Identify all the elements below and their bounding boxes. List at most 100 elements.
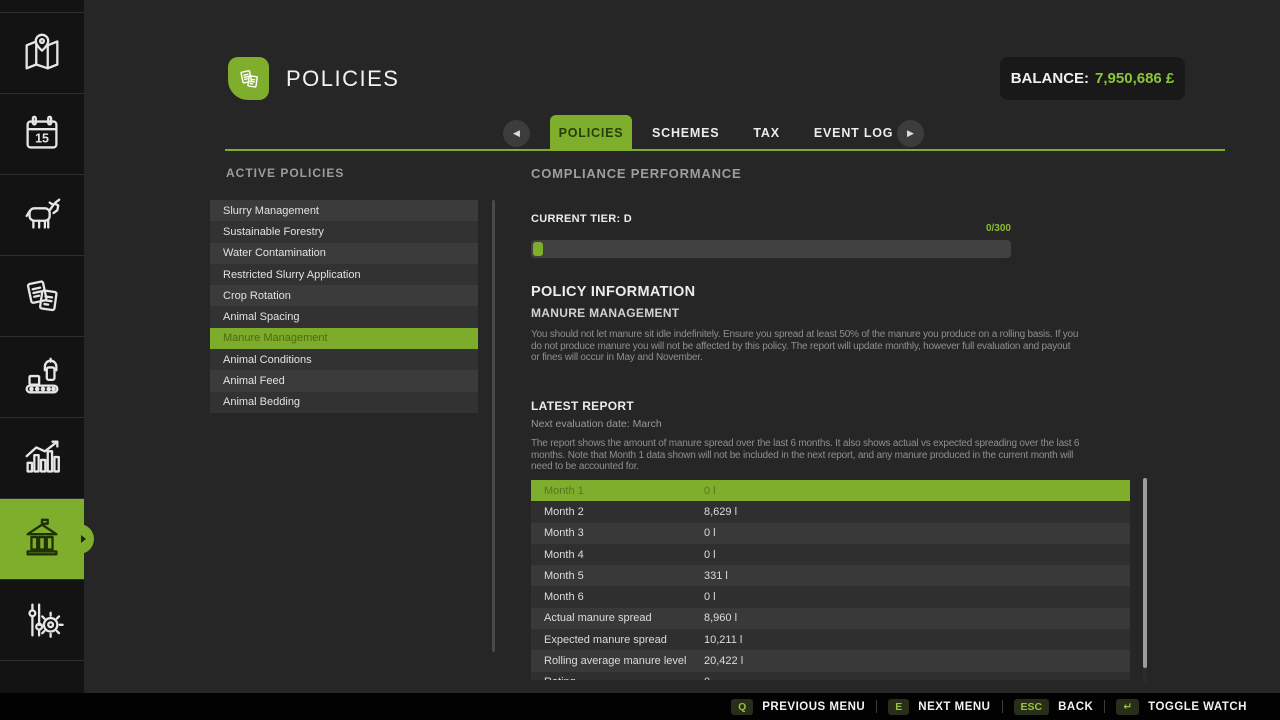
left-arrow-icon[interactable]: ◀ [503,120,530,147]
compliance-score: 0/300 [531,223,1011,234]
key-hint-label: BACK [1058,701,1093,713]
sidebar-item-animals[interactable] [0,175,84,256]
active-policies-list: Slurry ManagementSustainable ForestryWat… [210,200,478,413]
report-row: Actual manure spread8,960 l [531,608,1130,629]
contracts-icon [19,273,65,319]
key-hint-label: NEXT MENU [918,701,990,713]
report-row: Month 28,629 l [531,501,1130,522]
report-row-value: 0 l [704,591,716,603]
key-hints-bar: Q PREVIOUS MENU E NEXT MENU ESC BACK ↵ TOGGLE W… [731,693,1247,720]
svg-text:15: 15 [35,132,49,146]
report-row-value: 0 l [704,527,716,539]
production-icon [19,354,65,400]
tab-policies[interactable]: POLICIES [550,115,632,151]
sidebar: 15 [0,0,84,693]
compliance-heading: COMPLIANCE PERFORMANCE [531,166,741,181]
report-scrollbar-thumb[interactable] [1143,478,1147,668]
report-row-value: 0 l [704,485,716,497]
key-hint: Q PREVIOUS MENU [731,699,865,715]
report-row: Expected manure spread10,211 l [531,629,1130,650]
policies-scrollbar[interactable] [492,200,495,652]
sidebar-partial-item [0,0,84,13]
balance-label: BALANCE: [1011,70,1089,87]
policy-list-item[interactable]: Slurry Management [210,200,478,221]
keycap: ESC [1014,699,1050,715]
report-row-value: 331 l [704,570,728,582]
report-row-value: 0 [704,676,710,680]
report-row: Month 40 l [531,544,1130,565]
report-row: Month 5331 l [531,565,1130,586]
report-row-label: Month 6 [531,591,704,603]
report-row-label: Expected manure spread [531,634,704,646]
report-table: Month 10 lMonth 28,629 lMonth 30 lMonth … [531,480,1130,680]
report-row-value: 10,211 l [704,634,742,646]
keycap: ↵ [1116,699,1139,715]
active-policies-heading: ACTIVE POLICIES [226,166,344,180]
report-description: The report shows the amount of manure sp… [531,438,1080,473]
right-arrow-icon[interactable]: ▶ [897,120,924,147]
key-hint: ↵ TOGGLE WATCH [1116,699,1247,715]
tab-bar: SCHEMES TAX EVENT LOG [652,115,893,151]
policy-list-item[interactable]: Manure Management [210,328,478,349]
tab-event-log[interactable]: EVENT LOG [814,126,893,140]
latest-report-heading: LATEST REPORT [531,399,634,413]
report-row-label: Month 3 [531,527,704,539]
keycap: E [888,699,909,715]
report-row-label: Month 1 [531,485,704,497]
report-row-label: Rolling average manure level [531,655,704,667]
map-icon [19,30,65,76]
tab-schemes[interactable]: SCHEMES [652,126,719,140]
hint-divider [876,700,877,713]
keycap: Q [731,699,753,715]
next-evaluation-date: Next evaluation date: March [531,418,662,430]
policy-info-heading: POLICY INFORMATION [531,284,695,300]
policy-list-item[interactable]: Water Contamination [210,243,478,264]
compliance-progress-fill [533,242,543,256]
policy-list-item[interactable]: Animal Spacing [210,306,478,327]
sidebar-item-settings[interactable] [0,580,84,661]
sidebar-item-map[interactable] [0,13,84,94]
sidebar-item-statistics[interactable] [0,418,84,499]
sidebar-item-contracts[interactable] [0,256,84,337]
report-row-label: Month 4 [531,549,704,561]
policy-list-item[interactable]: Restricted Slurry Application [210,264,478,285]
tab-underline [225,149,1225,151]
report-row-value: 8,960 l [704,612,737,624]
policy-list-item[interactable]: Sustainable Forestry [210,221,478,242]
statistics-icon [19,435,65,481]
report-row-label: Actual manure spread [531,612,704,624]
hint-divider [1002,700,1003,713]
policy-name: MANURE MANAGEMENT [531,306,679,320]
policy-list-item[interactable]: Animal Conditions [210,349,478,370]
key-hint-label: TOGGLE WATCH [1148,701,1247,713]
report-row-value: 20,422 l [704,655,743,667]
sidebar-item-finances[interactable] [0,499,84,580]
sidebar-partial-item-bottom [0,661,84,693]
key-hint-label: PREVIOUS MENU [762,701,865,713]
report-row: Month 30 l [531,523,1130,544]
animals-icon [19,192,65,238]
key-hint: E NEXT MENU [888,699,990,715]
policy-description: You should not let manure sit idle indef… [531,329,1080,364]
policy-list-item[interactable]: Animal Feed [210,370,478,391]
finances-icon [19,516,65,562]
sidebar-item-calendar[interactable]: 15 [0,94,84,175]
report-row-label: Rating [531,676,704,680]
policies-papers-icon [228,57,269,100]
report-row-value: 8,629 l [704,506,737,518]
sidebar-item-production[interactable] [0,337,84,418]
hint-divider [1104,700,1105,713]
policies-screen: 15 POLICIES BALANCE: 7,950,686 £ ◀ POLIC… [0,0,1280,693]
report-row-label: Month 2 [531,506,704,518]
calendar-icon: 15 [19,111,65,157]
key-hint: ESC BACK [1014,699,1094,715]
tab-tax[interactable]: TAX [753,126,779,140]
report-row-value: 0 l [704,549,716,561]
policy-list-item[interactable]: Animal Bedding [210,392,478,413]
policy-list-item[interactable]: Crop Rotation [210,285,478,306]
balance-value: 7,950,686 £ [1095,70,1174,87]
balance-badge: BALANCE: 7,950,686 £ [1000,57,1185,100]
sidebar-items: 15 [0,13,84,661]
report-row: Month 10 l [531,480,1130,501]
page-title: POLICIES [286,66,399,92]
